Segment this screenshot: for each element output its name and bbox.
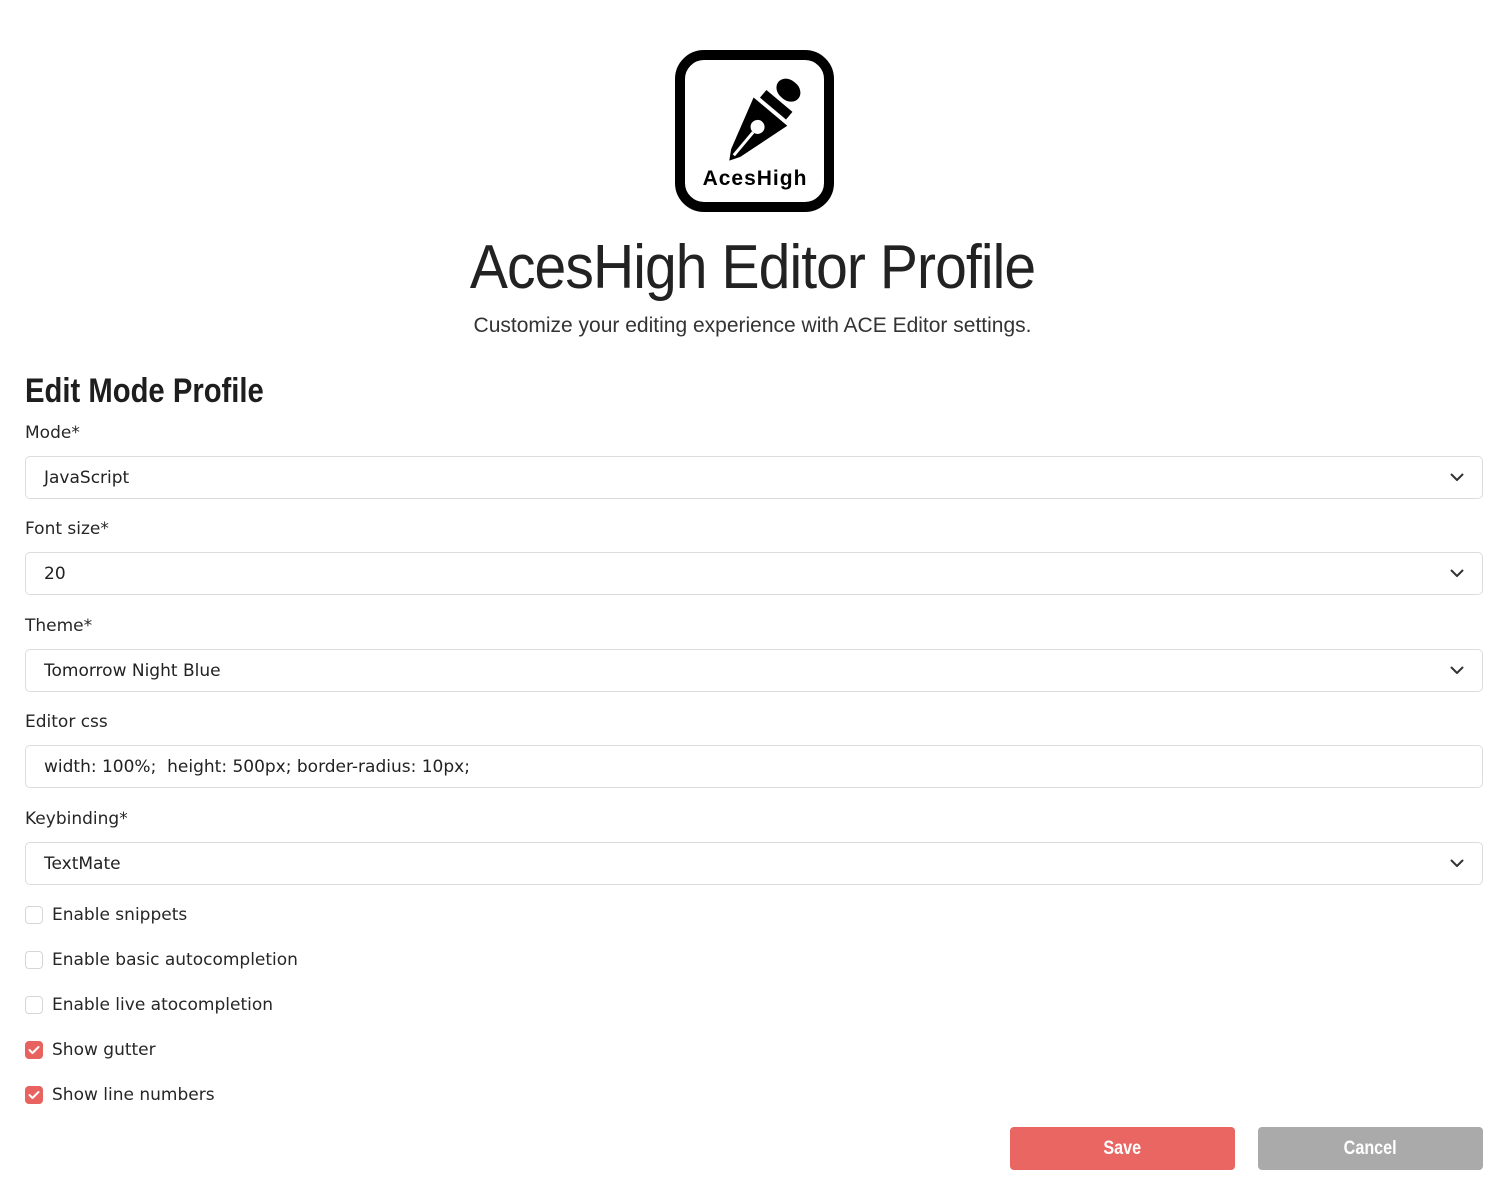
mode-label: Mode* <box>25 423 80 443</box>
save-button[interactable]: Save <box>1010 1127 1235 1170</box>
page-subtitle: Customize your editing experience with A… <box>473 314 1032 337</box>
keybinding-label: Keybinding* <box>25 809 128 829</box>
font-size-label: Font size* <box>25 519 109 539</box>
editor-css-value: width: 100%; height: 500px; border-radiu… <box>44 756 470 777</box>
editor-css-input[interactable]: width: 100%; height: 500px; border-radiu… <box>25 745 1483 788</box>
checkmark-icon <box>28 1046 40 1054</box>
chevron-down-icon <box>1450 473 1464 481</box>
logo-wordmark: AcesHigh <box>703 167 808 190</box>
enable-live-autocompletion-option[interactable]: Enable live atocompletion <box>25 995 273 1015</box>
pen-nib-icon: AcesHigh <box>675 50 834 212</box>
theme-label: Theme* <box>25 616 93 636</box>
editor-css-label: Editor css <box>25 712 108 732</box>
enable-live-autocompletion-label: Enable live atocompletion <box>52 995 274 1015</box>
enable-live-autocompletion-checkbox[interactable] <box>25 996 43 1014</box>
show-line-numbers-checkbox[interactable] <box>25 1086 43 1104</box>
aceshigh-logo: AcesHigh <box>675 50 834 212</box>
editor-profile-page: AcesHigh AcesHigh Editor Profile Customi… <box>0 0 1505 1188</box>
show-gutter-label: Show gutter <box>52 1040 156 1060</box>
font-size-select[interactable]: 20 <box>25 552 1483 595</box>
chevron-down-icon <box>1450 666 1464 674</box>
enable-snippets-checkbox[interactable] <box>25 906 43 924</box>
show-gutter-checkbox[interactable] <box>25 1041 43 1059</box>
page-title: AcesHigh Editor Profile <box>469 233 1036 302</box>
theme-select[interactable]: Tomorrow Night Blue <box>25 649 1483 692</box>
mode-select-value: JavaScript <box>44 467 130 488</box>
show-line-numbers-label: Show line numbers <box>52 1085 215 1105</box>
enable-basic-autocompletion-option[interactable]: Enable basic autocompletion <box>25 950 298 970</box>
chevron-down-icon <box>1450 859 1464 867</box>
theme-select-value: Tomorrow Night Blue <box>44 660 221 681</box>
cancel-button[interactable]: Cancel <box>1258 1127 1483 1170</box>
keybinding-select[interactable]: TextMate <box>25 842 1483 885</box>
show-line-numbers-option[interactable]: Show line numbers <box>25 1085 215 1105</box>
keybinding-select-value: TextMate <box>44 853 121 874</box>
section-title: Edit Mode Profile <box>25 372 264 410</box>
enable-basic-autocompletion-label: Enable basic autocompletion <box>52 950 298 970</box>
font-size-select-value: 20 <box>44 563 66 584</box>
mode-select[interactable]: JavaScript <box>25 456 1483 499</box>
checkmark-icon <box>28 1091 40 1099</box>
cancel-button-label: Cancel <box>1344 1137 1397 1159</box>
enable-basic-autocompletion-checkbox[interactable] <box>25 951 43 969</box>
chevron-down-icon <box>1450 569 1464 577</box>
enable-snippets-label: Enable snippets <box>52 905 188 925</box>
enable-snippets-option[interactable]: Enable snippets <box>25 905 187 925</box>
save-button-label: Save <box>1103 1137 1142 1159</box>
show-gutter-option[interactable]: Show gutter <box>25 1040 156 1060</box>
